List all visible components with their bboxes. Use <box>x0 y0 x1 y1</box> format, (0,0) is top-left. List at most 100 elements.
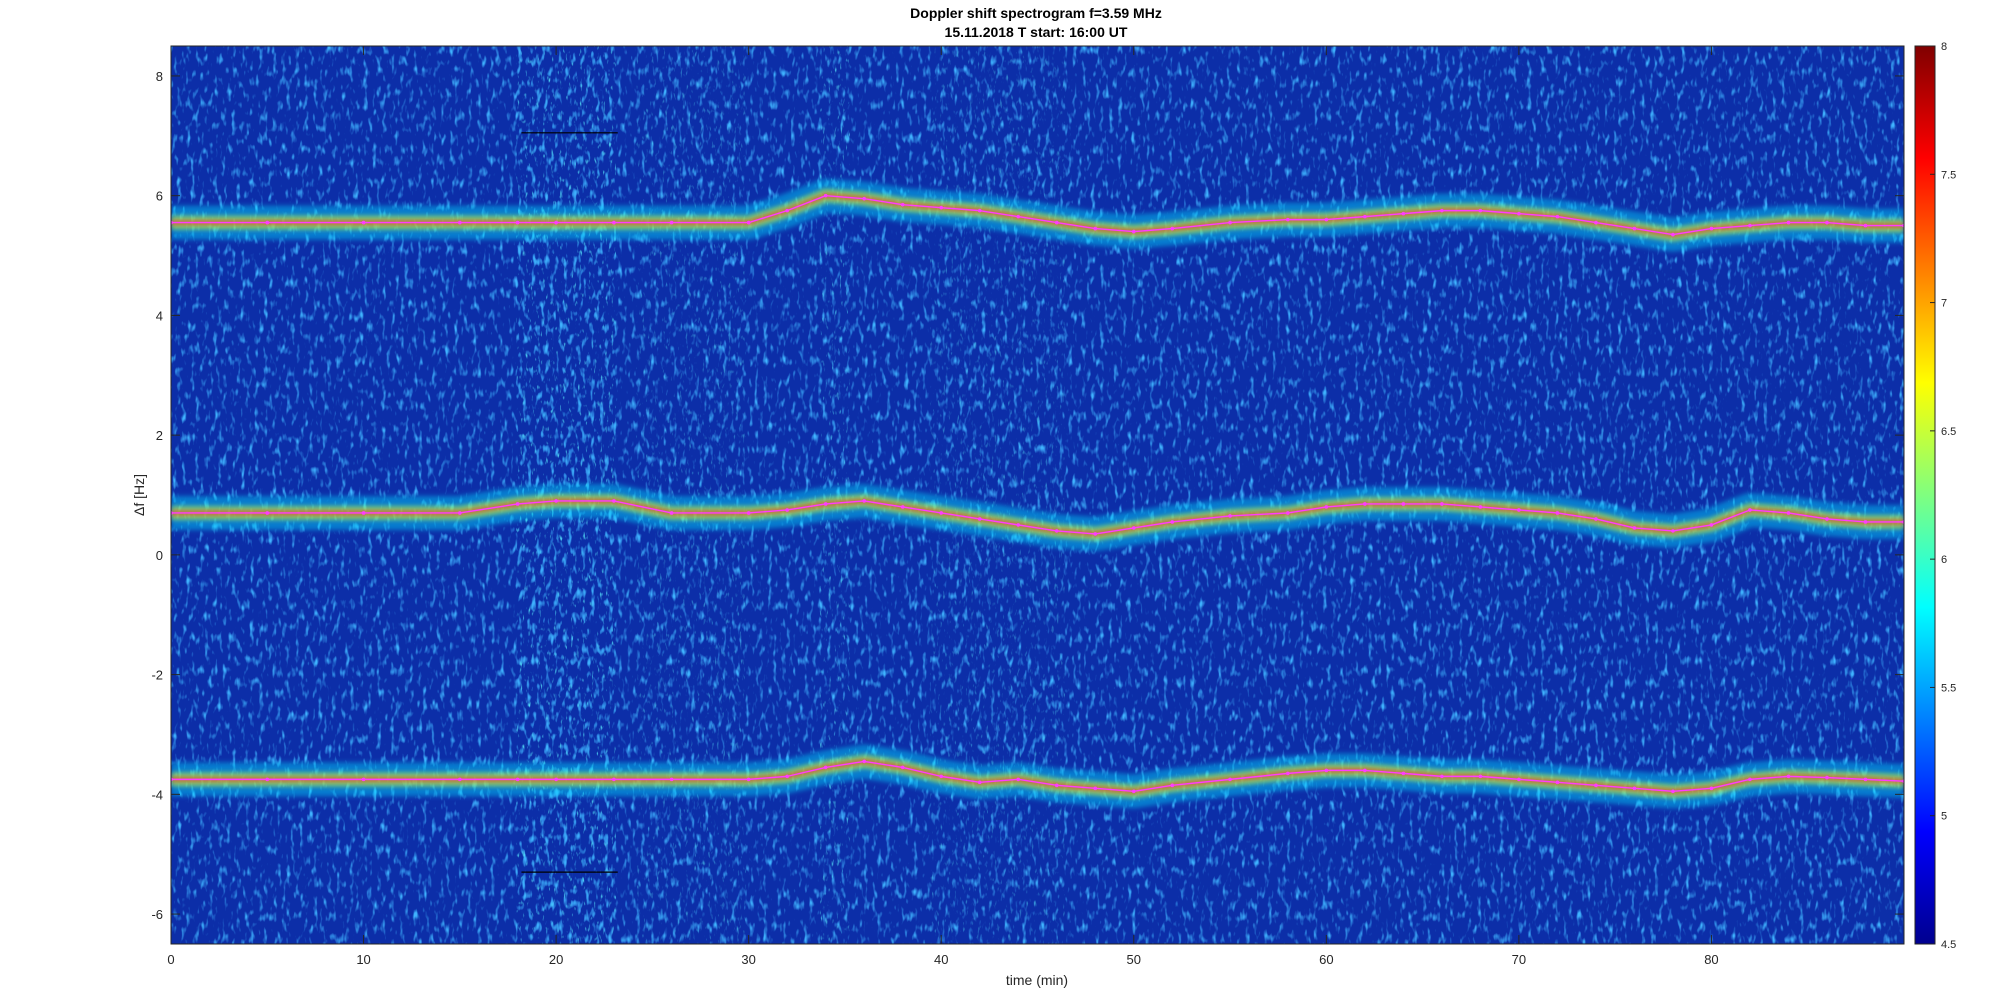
trace-point <box>1748 508 1752 512</box>
x-tick-label: 10 <box>356 952 370 967</box>
plot-area <box>171 46 1904 944</box>
trace-point <box>1825 775 1829 780</box>
trace-point <box>1748 223 1752 228</box>
trace-point <box>1324 768 1329 773</box>
trace-point <box>1093 532 1098 536</box>
trace-point <box>1170 520 1175 524</box>
trace-point <box>1786 774 1791 779</box>
trace-point <box>1324 217 1329 222</box>
trace-point <box>1093 226 1098 231</box>
trace-point <box>939 511 944 515</box>
trace-point <box>1594 220 1598 225</box>
trace-point <box>900 765 905 770</box>
trace-point <box>1786 511 1791 515</box>
trace-point <box>612 220 616 225</box>
trace-point <box>1440 774 1444 779</box>
trace-point <box>823 193 828 198</box>
trace-point <box>1054 529 1059 533</box>
trace-point <box>554 777 558 782</box>
trace-point <box>1709 523 1714 527</box>
x-tick-label: 40 <box>934 952 948 967</box>
colorbar-tick-label: 4.5 <box>1941 939 1956 951</box>
trace-point <box>1401 771 1406 776</box>
trace-point <box>1863 223 1868 228</box>
trace-point <box>1054 783 1059 788</box>
trace-point <box>1016 523 1021 527</box>
trace-point <box>1016 214 1021 219</box>
trace-point <box>1632 226 1637 231</box>
trace-point <box>1401 502 1406 506</box>
trace-point <box>1363 214 1367 219</box>
trace-point <box>1555 214 1560 219</box>
trace-point <box>1632 526 1637 530</box>
trace-point <box>612 777 616 782</box>
trace-point <box>669 511 674 515</box>
trace-point <box>515 777 520 782</box>
trace-point <box>515 220 520 225</box>
trace-point <box>1594 517 1598 521</box>
trace-point <box>1131 526 1136 530</box>
trace-point <box>1748 777 1752 782</box>
trace-point <box>265 220 270 225</box>
trace-point <box>1594 783 1598 788</box>
trace-point <box>1170 226 1175 231</box>
trace-point <box>1517 777 1521 782</box>
trace-point <box>669 220 674 225</box>
trace-point <box>1131 789 1136 794</box>
trace-point <box>1016 777 1021 782</box>
trace-point <box>458 220 462 225</box>
y-axis-label: Δf [Hz] <box>131 474 147 516</box>
colorbar-tick-label: 8 <box>1941 41 1947 53</box>
y-tick-label: 0 <box>156 548 163 563</box>
trace-point <box>361 220 366 225</box>
trace-point <box>823 765 828 770</box>
colorbar <box>1914 45 1936 945</box>
x-tick-label: 70 <box>1512 952 1526 967</box>
trace-point <box>1863 777 1868 782</box>
trace-point <box>977 780 982 785</box>
x-axis-label: time (min) <box>1006 972 1068 988</box>
trace-point <box>862 499 866 503</box>
trace-point <box>1555 780 1560 785</box>
trace-point <box>1440 208 1444 213</box>
trace-point <box>1786 220 1791 225</box>
trace-point <box>1401 211 1406 216</box>
trace-point <box>746 777 751 782</box>
trace-point <box>554 499 558 503</box>
trace-point <box>785 508 789 512</box>
trace-point <box>669 777 674 782</box>
trace-point <box>612 499 616 503</box>
trace-point <box>977 208 982 213</box>
trace-point <box>1709 226 1714 231</box>
x-tick-label: 30 <box>741 952 755 967</box>
trace-point <box>1363 768 1367 773</box>
trace-point <box>939 205 944 210</box>
y-tick-label: 8 <box>156 69 163 84</box>
trace-point <box>1671 789 1675 794</box>
trace-point <box>1517 508 1521 512</box>
x-tick-label: 50 <box>1127 952 1141 967</box>
trace-point <box>1093 786 1098 791</box>
trace-point <box>862 196 866 201</box>
trace-point <box>1286 511 1290 515</box>
trace-point <box>1478 208 1483 213</box>
trace-point <box>554 220 558 225</box>
trace-point <box>458 777 462 782</box>
chart-title: Doppler shift spectrogram f=3.59 MHz <box>910 5 1162 21</box>
x-tick-label: 20 <box>549 952 563 967</box>
trace-point <box>515 502 520 506</box>
colorbar-tick-label: 6 <box>1941 554 1947 566</box>
trace-point <box>1555 511 1560 515</box>
trace-point <box>1324 505 1329 509</box>
trace-point <box>785 208 789 213</box>
trace-point <box>1131 229 1136 234</box>
trace-point <box>458 511 462 515</box>
chart-subtitle: 15.11.2018 T start: 16:00 UT <box>945 24 1128 40</box>
colorbar-tick-label: 7.5 <box>1941 169 1956 181</box>
x-tick-label: 80 <box>1704 952 1718 967</box>
x-tick-label: 0 <box>167 952 174 967</box>
y-tick-label: 6 <box>156 189 163 204</box>
trace-point <box>1228 514 1232 518</box>
colorbar-tick-label: 5 <box>1941 811 1947 823</box>
trace-point <box>1709 786 1714 791</box>
